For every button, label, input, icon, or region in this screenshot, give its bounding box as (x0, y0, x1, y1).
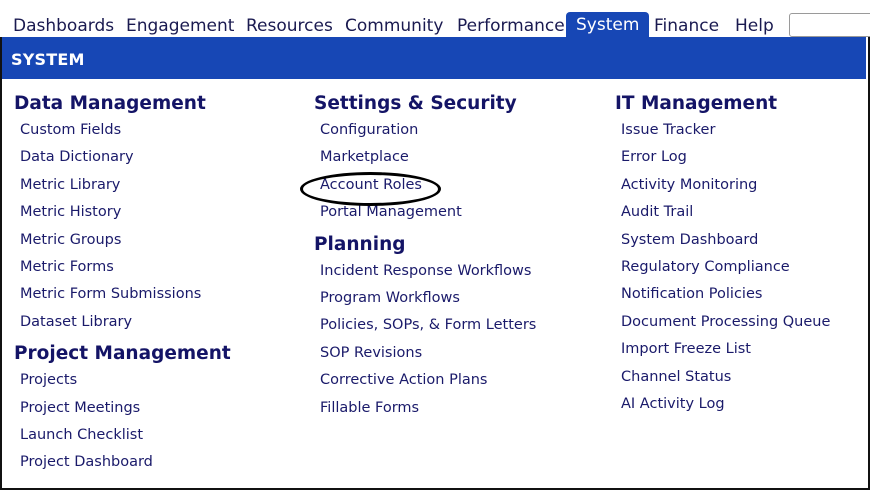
menu-item-dataset-library[interactable]: Dataset Library (20, 309, 231, 336)
menu-item-launch-checklist[interactable]: Launch Checklist (20, 422, 231, 449)
menu-item-marketplace[interactable]: Marketplace (320, 144, 536, 171)
top-navigation: Dashboards Engagement Resources Communit… (0, 0, 870, 39)
it-management-list: Issue Tracker Error Log Activity Monitor… (615, 117, 830, 418)
menu-item-metric-forms[interactable]: Metric Forms (20, 254, 231, 281)
menu-item-import-freeze-list[interactable]: Import Freeze List (621, 336, 830, 363)
menu-item-custom-fields[interactable]: Custom Fields (20, 117, 231, 144)
menu-item-document-processing-queue[interactable]: Document Processing Queue (621, 309, 830, 336)
column-settings-planning: Settings & Security Configuration Market… (314, 90, 536, 422)
menu-item-incident-response-workflows[interactable]: Incident Response Workflows (320, 258, 536, 285)
planning-list: Incident Response Workflows Program Work… (314, 258, 536, 422)
tab-engagement[interactable]: Engagement (120, 13, 240, 39)
menu-item-policies-sops-form-letters[interactable]: Policies, SOPs, & Form Letters (320, 312, 536, 339)
menu-item-sop-revisions[interactable]: SOP Revisions (320, 340, 536, 367)
column-it-management: IT Management Issue Tracker Error Log Ac… (615, 90, 830, 418)
menu-item-system-dashboard[interactable]: System Dashboard (621, 227, 830, 254)
tab-resources[interactable]: Resources (240, 13, 339, 39)
menu-item-activity-monitoring[interactable]: Activity Monitoring (621, 172, 830, 199)
search-input[interactable] (789, 13, 870, 37)
tab-help[interactable]: Help (729, 13, 780, 39)
menu-item-channel-status[interactable]: Channel Status (621, 364, 830, 391)
tab-performance[interactable]: Performance (451, 13, 571, 39)
project-management-list: Projects Project Meetings Launch Checkli… (14, 367, 231, 477)
menu-item-program-workflows[interactable]: Program Workflows (320, 285, 536, 312)
section-title-bar: SYSTEM (2, 37, 866, 79)
settings-security-list: Configuration Marketplace Account Roles … (314, 117, 536, 227)
tab-dashboards[interactable]: Dashboards (7, 13, 120, 39)
menu-item-account-roles[interactable]: Account Roles (320, 172, 536, 199)
group-title-planning: Planning (314, 233, 406, 255)
menu-item-issue-tracker[interactable]: Issue Tracker (621, 117, 830, 144)
tab-community[interactable]: Community (339, 13, 449, 39)
menu-item-metric-history[interactable]: Metric History (20, 199, 231, 226)
group-title-it-management: IT Management (615, 93, 778, 114)
menu-item-ai-activity-log[interactable]: AI Activity Log (621, 391, 830, 418)
menu-item-configuration[interactable]: Configuration (320, 117, 536, 144)
menu-item-metric-form-submissions[interactable]: Metric Form Submissions (20, 281, 231, 308)
menu-item-portal-management[interactable]: Portal Management (320, 199, 536, 226)
tab-system[interactable]: System (566, 12, 650, 38)
menu-item-regulatory-compliance[interactable]: Regulatory Compliance (621, 254, 830, 281)
group-title-project-management: Project Management (14, 343, 231, 365)
menu-item-project-dashboard[interactable]: Project Dashboard (20, 449, 231, 476)
menu-item-data-dictionary[interactable]: Data Dictionary (20, 144, 231, 171)
tab-finance[interactable]: Finance (648, 13, 725, 39)
menu-item-error-log[interactable]: Error Log (621, 144, 830, 171)
menu-item-notification-policies[interactable]: Notification Policies (621, 281, 830, 308)
group-title-settings-security: Settings & Security (314, 93, 517, 114)
menu-item-metric-groups[interactable]: Metric Groups (20, 227, 231, 254)
column-data-project: Data Management Custom Fields Data Dicti… (14, 90, 231, 477)
data-management-list: Custom Fields Data Dictionary Metric Lib… (14, 117, 231, 336)
group-title-data-management: Data Management (14, 93, 206, 114)
menu-item-fillable-forms[interactable]: Fillable Forms (320, 395, 536, 422)
menu-item-projects[interactable]: Projects (20, 367, 231, 394)
menu-item-audit-trail[interactable]: Audit Trail (621, 199, 830, 226)
menu-item-metric-library[interactable]: Metric Library (20, 172, 231, 199)
menu-item-corrective-action-plans[interactable]: Corrective Action Plans (320, 367, 536, 394)
menu-item-project-meetings[interactable]: Project Meetings (20, 395, 231, 422)
